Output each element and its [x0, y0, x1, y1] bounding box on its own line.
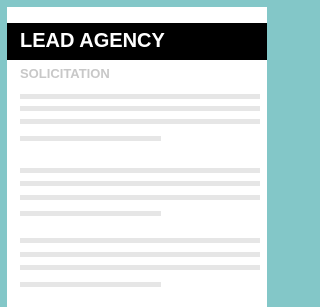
text-placeholder-line	[20, 106, 260, 111]
text-placeholder-line	[20, 252, 260, 257]
text-placeholder-line	[20, 181, 260, 186]
text-placeholder-line	[20, 119, 260, 124]
text-placeholder-line	[20, 238, 260, 243]
text-placeholder-line	[20, 94, 260, 99]
text-placeholder-line	[20, 265, 260, 270]
text-placeholder-line	[20, 211, 161, 216]
agency-card: LEAD AGENCY SOLICITATION	[7, 7, 267, 307]
text-placeholder-line	[20, 282, 161, 287]
text-placeholder-line	[20, 168, 260, 173]
text-placeholder-line	[20, 195, 260, 200]
card-subtitle: SOLICITATION	[20, 66, 110, 81]
text-placeholder-line	[20, 136, 161, 141]
card-header: LEAD AGENCY	[7, 23, 267, 60]
card-title: LEAD AGENCY	[20, 30, 165, 52]
